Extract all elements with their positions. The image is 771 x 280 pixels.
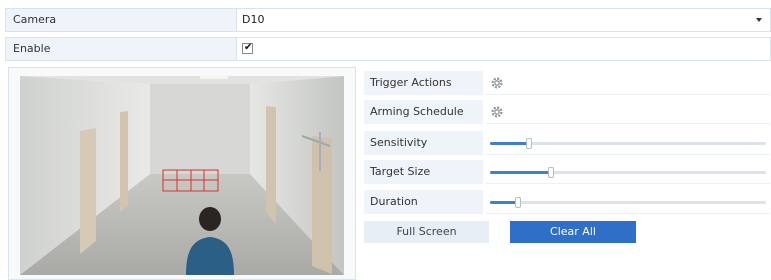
duration-label: Duration <box>364 190 483 214</box>
chevron-down-icon[interactable] <box>756 18 762 22</box>
duration-row: Duration <box>364 190 770 214</box>
sensitivity-cell <box>486 131 770 155</box>
arming-schedule-label: Arming Schedule <box>364 100 483 124</box>
target-size-slider[interactable] <box>490 167 766 178</box>
full-screen-button[interactable]: Full Screen <box>364 221 489 243</box>
duration-cell <box>486 190 770 214</box>
target-size-row: Target Size <box>364 160 770 184</box>
camera-label: Camera <box>6 9 237 31</box>
duration-slider-handle[interactable] <box>514 197 521 208</box>
gear-icon[interactable] <box>490 105 504 119</box>
camera-select[interactable]: D10 <box>240 9 770 31</box>
trigger-actions-cell <box>486 71 770 95</box>
trigger-actions-row: Trigger Actions <box>364 71 770 95</box>
sensitivity-slider-fill <box>490 142 529 145</box>
arming-schedule-cell <box>486 100 770 124</box>
gear-icon[interactable] <box>490 76 504 90</box>
trigger-actions-label: Trigger Actions <box>364 71 483 95</box>
camera-snapshot-image <box>20 76 344 275</box>
camera-row: Camera D10 <box>5 8 771 32</box>
arming-schedule-row: Arming Schedule <box>364 100 770 124</box>
enable-label: Enable <box>6 38 237 60</box>
video-preview[interactable] <box>8 67 356 280</box>
sensitivity-slider[interactable] <box>490 138 766 149</box>
camera-select-value: D10 <box>242 13 265 26</box>
clear-all-button[interactable]: Clear All <box>510 221 636 243</box>
sensitivity-label: Sensitivity <box>364 131 483 155</box>
enable-cell: ✔ <box>240 38 770 60</box>
target-size-cell <box>486 160 770 184</box>
sensitivity-row: Sensitivity <box>364 131 770 155</box>
sensitivity-slider-handle[interactable] <box>525 138 532 149</box>
enable-row: Enable ✔ <box>5 37 771 61</box>
duration-slider-fill <box>490 201 518 204</box>
target-size-slider-fill <box>490 171 551 174</box>
enable-checkbox[interactable]: ✔ <box>242 42 253 54</box>
checkmark-icon: ✔ <box>244 42 253 53</box>
duration-slider[interactable] <box>490 197 766 208</box>
target-size-slider-handle[interactable] <box>547 167 554 178</box>
target-size-label: Target Size <box>364 160 483 184</box>
